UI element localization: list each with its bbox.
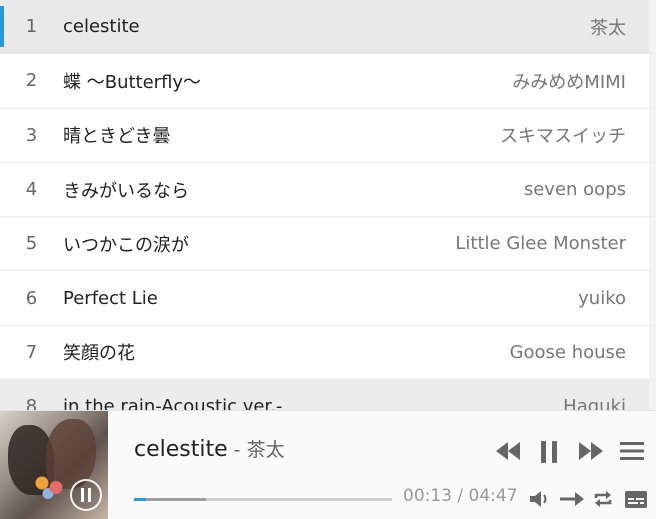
track-title: in the rain-Acoustic ver.- [63,396,283,410]
track-title: いつかこの涙が [63,234,189,256]
playlist-row[interactable]: 6 Perfect Lie yuiko [0,271,656,326]
track-number: 1 [25,16,38,38]
track-artist: Goose house [509,341,626,363]
track-artist: スキマスイッチ [500,126,626,148]
now-playing-info: celestite - 茶太 [134,435,285,462]
now-playing-artist: 茶太 [246,439,285,461]
track-artist: 茶太 [590,17,626,39]
track-title: 晴ときどき曇 [63,126,171,148]
album-cover[interactable] [0,411,108,519]
play-pause-button[interactable] [537,439,561,465]
pause-icon [541,441,557,463]
cover-art-flowers [30,471,70,501]
playlist-row[interactable]: 8 in the rain-Acoustic ver.- Haguki [0,380,656,410]
skip-forward-icon [579,442,603,460]
track-title: 笑顔の花 [63,343,135,365]
track-artist: seven oops [523,179,626,201]
playlist-row[interactable]: 5 いつかこの涙が Little Glee Monster [0,217,656,272]
track-artist: Haguki [563,396,626,410]
progress-played [134,498,146,501]
volume-button[interactable] [529,489,551,509]
loop-icon [594,491,612,507]
playlist: 1 celestite 茶太 2 蝶 〜Butterfly〜 みみめめMIMI 3 晴ときどき… [0,0,656,410]
order-arrow-icon [560,492,584,506]
previous-button[interactable] [495,439,521,463]
track-artist: yuiko [578,287,626,309]
time-separator: / [452,486,469,506]
playlist-row[interactable]: 2 蝶 〜Butterfly〜 みみめめMIMI [0,54,656,109]
track-title: 蝶 〜Butterfly〜 [63,71,202,93]
duration: 04:47 [468,486,518,506]
progress-bar[interactable] [134,498,392,501]
playlist-row[interactable]: 4 きみがいるなら seven oops [0,162,656,218]
playlist-row[interactable]: 7 笑顔の花 Goose house [0,325,656,381]
track-number: 8 [25,396,38,410]
lyrics-button[interactable] [624,489,648,509]
track-title: celestite [63,16,140,38]
track-title: Perfect Lie [63,287,158,309]
now-playing-title: celestite [134,437,228,462]
time-display: 00:13 / 04:47 [403,486,518,506]
next-button[interactable] [578,439,604,463]
loop-button[interactable] [592,488,614,510]
playlist-row[interactable]: 1 celestite 茶太 [0,0,656,55]
cover-pause-button[interactable] [70,479,102,511]
title-separator: - [227,439,247,461]
track-artist: Little Glee Monster [455,233,626,255]
track-title: きみがいるなら [63,180,189,202]
track-number: 6 [25,287,38,309]
skip-back-icon [496,442,520,460]
playlist-row[interactable]: 3 晴ときどき曇 スキマスイッチ [0,108,656,163]
track-number: 7 [25,341,38,363]
lyrics-icon [625,490,647,508]
order-button[interactable] [559,489,585,509]
menu-icon [620,442,644,460]
volume-icon [530,491,547,507]
player-bar: celestite - 茶太 00:13 / 04:47 [0,410,656,519]
track-number: 5 [25,233,38,255]
track-number: 4 [25,179,38,201]
track-number: 2 [25,70,38,92]
pause-icon [81,488,91,502]
menu-button[interactable] [619,440,645,462]
current-time: 00:13 [403,486,452,506]
track-number: 3 [25,124,38,146]
track-artist: みみめめMIMI [512,71,626,93]
